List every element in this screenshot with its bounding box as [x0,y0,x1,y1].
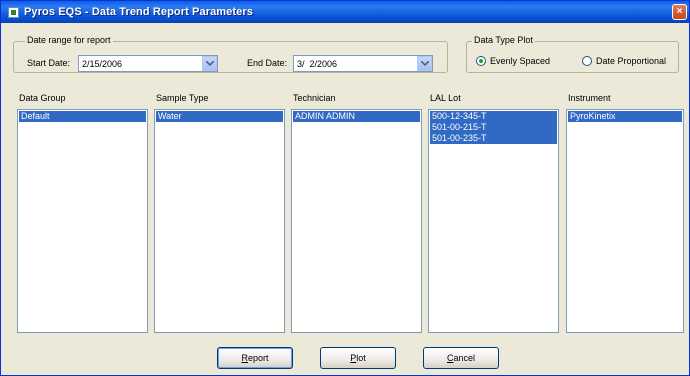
sample-type-list[interactable]: Water [154,109,285,333]
instrument-list[interactable]: PyroKinetix [566,109,684,333]
radio-date-proportional[interactable]: Date Proportional [582,56,666,66]
report-button[interactable]: Report [217,347,293,369]
chevron-down-icon[interactable] [202,56,217,71]
plot-button-label: lot [356,353,366,363]
list-item[interactable]: Water [156,111,283,122]
instrument-label: Instrument [568,93,611,103]
lal-lot-list[interactable]: 500-12-345-T 501-00-215-T 501-00-235-T [428,109,559,333]
list-item[interactable]: Default [19,111,146,122]
data-group-list[interactable]: Default [17,109,148,333]
end-date-value: 3/ 2/2006 [297,58,338,69]
cancel-button[interactable]: Cancel [423,347,499,369]
radio-selected-icon [476,56,486,66]
app-icon [8,6,19,18]
technician-label: Technician [293,93,336,103]
list-item[interactable]: PyroKinetix [568,111,682,122]
lal-lot-label: LAL Lot [430,93,461,103]
end-date-label: End Date: [247,58,288,68]
start-date-picker[interactable]: 2/15/2006 [78,55,218,72]
chevron-down-icon[interactable] [417,56,432,71]
list-item[interactable]: 501-00-215-T [430,122,557,133]
radio-evenly-spaced[interactable]: Evenly Spaced [476,56,550,66]
list-item[interactable]: 500-12-345-T [430,111,557,122]
data-group-label: Data Group [19,93,66,103]
dialog-window: Pyros EQS - Data Trend Report Parameters… [0,0,690,376]
start-date-label: Start Date: [27,58,71,68]
cancel-button-label: ancel [453,353,475,363]
technician-list[interactable]: ADMIN ADMIN [291,109,422,333]
sample-type-label: Sample Type [156,93,209,103]
list-item[interactable]: ADMIN ADMIN [293,111,420,122]
end-date-picker[interactable]: 3/ 2/2006 [293,55,433,72]
list-item[interactable]: 501-00-235-T [430,133,557,144]
plot-button[interactable]: Plot [320,347,396,369]
close-icon[interactable]: × [672,4,687,20]
date-range-legend: Date range for report [25,35,113,45]
report-button-label: eport [247,353,269,363]
radio-date-proportional-label: Date Proportional [596,56,667,66]
title-bar[interactable]: Pyros EQS - Data Trend Report Parameters… [1,1,689,23]
window-title: Pyros EQS - Data Trend Report Parameters [24,6,253,18]
plot-type-legend: Data Type Plot [472,35,535,45]
start-date-value: 2/15/2006 [82,58,123,69]
radio-evenly-spaced-label: Evenly Spaced [490,56,551,66]
radio-unselected-icon [582,56,592,66]
